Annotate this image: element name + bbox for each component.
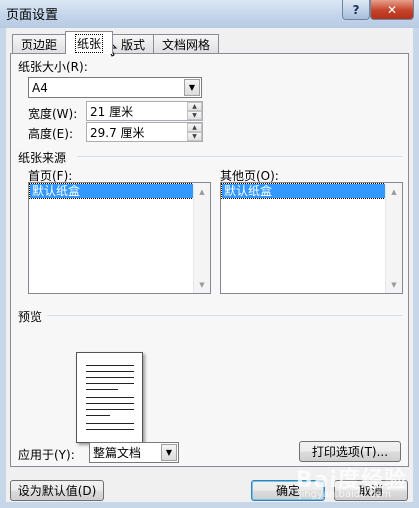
page-preview — [76, 352, 143, 443]
divider — [77, 156, 402, 157]
spin-down-icon[interactable]: ▼ — [187, 111, 202, 120]
apply-to-value: 整篇文档 — [93, 446, 142, 460]
width-label: 宽度(W): — [28, 107, 78, 121]
scroll-down-icon[interactable]: ▼ — [386, 276, 402, 293]
spin-up-icon[interactable]: ▲ — [187, 123, 202, 132]
tab-document-grid[interactable]: 文档网格 — [153, 34, 220, 54]
height-spinner[interactable]: 29.7 厘米 ▲ ▼ — [86, 122, 203, 142]
tab-page-paper: 纸张大小(R): A4 ▼ 宽度(W): 21 厘米 ▲ ▼ 高度(E): 29… — [10, 53, 409, 467]
paper-source-label: 纸张来源 — [18, 151, 67, 165]
title-bar: 页面设置 ? ✕ — [0, 0, 419, 28]
spin-up-icon[interactable]: ▲ — [187, 102, 202, 111]
apply-to-select[interactable]: 整篇文档 ▼ — [89, 442, 179, 463]
paper-size-value: A4 — [32, 80, 48, 95]
other-pages-list[interactable]: 默认纸盒 ▲ ▼ — [220, 182, 403, 294]
scrollbar[interactable]: ▲ ▼ — [193, 183, 210, 293]
width-value: 21 厘米 — [90, 104, 134, 119]
preview-label: 预览 — [18, 310, 43, 324]
close-button[interactable]: ✕ — [370, 0, 414, 20]
window-title: 页面设置 — [6, 8, 59, 23]
scroll-up-icon[interactable]: ▲ — [194, 183, 210, 200]
spin-down-icon[interactable]: ▼ — [187, 132, 202, 141]
scrollbar[interactable]: ▲ ▼ — [385, 183, 402, 293]
scroll-up-icon[interactable]: ▲ — [386, 183, 402, 200]
tab-margins[interactable]: 页边距 — [12, 34, 67, 54]
first-page-list[interactable]: 默认纸盒 ▲ ▼ — [28, 182, 211, 294]
chevron-down-icon: ▼ — [184, 79, 200, 96]
apply-to-label: 应用于(Y): — [18, 448, 75, 462]
width-spinner[interactable]: 21 厘米 ▲ ▼ — [86, 101, 203, 121]
list-item[interactable]: 默认纸盒 — [221, 183, 386, 199]
chevron-down-icon: ▼ — [161, 444, 177, 461]
divider — [47, 315, 402, 316]
watermark-url: jingyan.baidu.com — [298, 489, 391, 500]
help-button[interactable]: ? — [342, 0, 370, 20]
list-item[interactable]: 默认纸盒 — [29, 183, 194, 199]
tab-paper[interactable]: 纸张 — [65, 31, 114, 54]
height-value: 29.7 厘米 — [90, 125, 145, 140]
print-options-button[interactable]: 打印选项(T)... — [299, 441, 401, 462]
dialog-body: 页边距 纸张 版式 文档网格 纸张大小(R): A4 ▼ 宽度(W): 21 厘… — [6, 28, 413, 502]
tab-layout[interactable]: 版式 — [112, 34, 155, 54]
paper-size-select[interactable]: A4 ▼ — [28, 77, 202, 98]
paper-size-label: 纸张大小(R): — [18, 60, 88, 74]
height-label: 高度(E): — [28, 127, 73, 141]
scroll-down-icon[interactable]: ▼ — [194, 276, 210, 293]
set-default-button[interactable]: 设为默认值(D) — [10, 480, 104, 501]
